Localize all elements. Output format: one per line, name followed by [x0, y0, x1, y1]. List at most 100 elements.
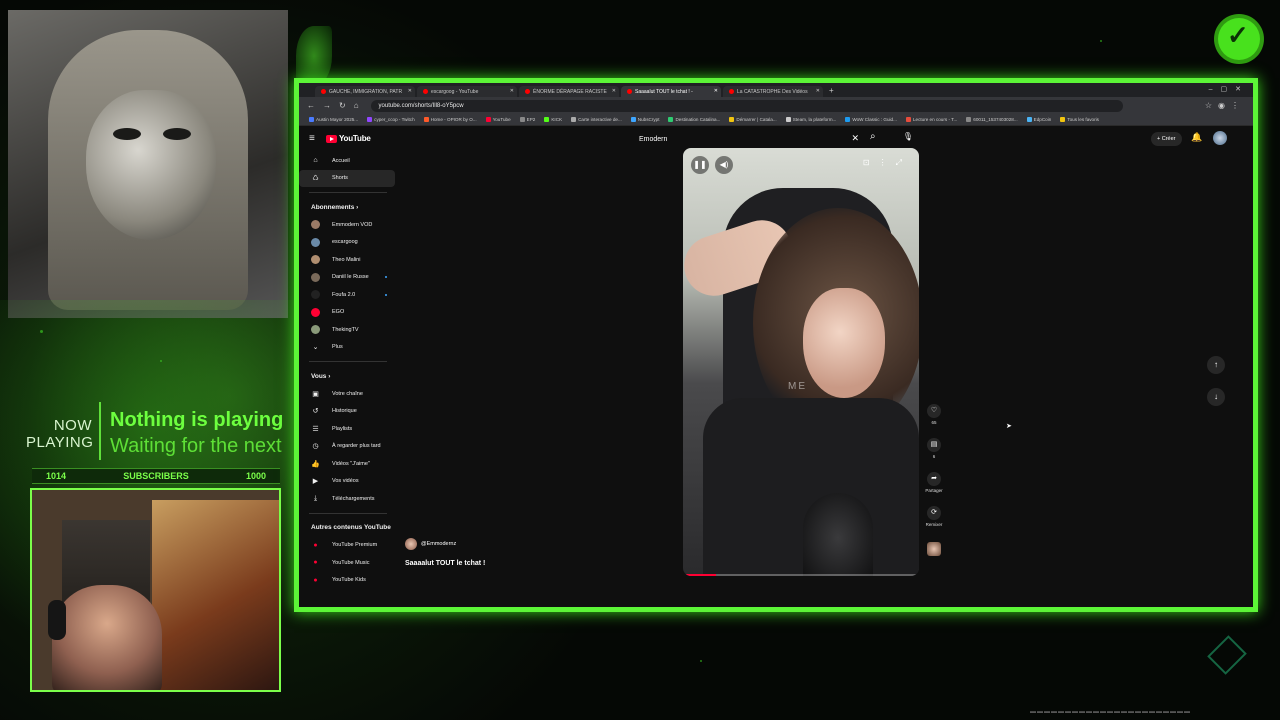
sidebar-item-label: Accueil [332, 157, 350, 164]
notifications-bell-icon[interactable]: 🔔 [1191, 132, 1202, 143]
channel-avatar[interactable] [405, 538, 417, 550]
video-progress-bar[interactable] [683, 574, 919, 576]
now-playing-subtitle: Waiting for the next [110, 435, 282, 457]
like-icon[interactable]: ♡ [927, 404, 941, 418]
extension-icons[interactable]: ☆◉⋮ [1123, 101, 1253, 110]
url-field[interactable]: youtube.com/shorts/Ill8-oY5pcw [370, 99, 1123, 112]
search-input[interactable]: Emodern [639, 136, 667, 143]
you-item[interactable]: ☰ Playlists [299, 420, 399, 438]
bookmark-favicon-icon [729, 117, 735, 123]
subscription-item[interactable]: Emmodern VOD [299, 216, 399, 234]
sound-thumbnail[interactable] [927, 542, 941, 556]
comment-icon[interactable]: ▤ [927, 438, 941, 452]
sidebar-icon: ☰ [312, 425, 319, 433]
short-channel[interactable]: @Emmodernz [405, 538, 456, 550]
bookmark-label: Steam, la plateform... [792, 116, 837, 122]
microphone-icon[interactable]: 🎙 [901, 130, 915, 144]
bookmark-item[interactable]: Destination Catalina... [668, 117, 720, 123]
youtube-page: ≡ YouTube Emodern ✕ ⌕ 🎙 + Créer 🔔 ⌂ Accue… [299, 126, 1253, 607]
short-navigation: ↑ ↓ [1207, 356, 1225, 420]
subscription-item[interactable]: escargoog [299, 234, 399, 252]
short-caption: Saaaalut TOUT le tchat ! [405, 560, 486, 567]
reload-icon[interactable]: ↻ [339, 101, 346, 110]
subscription-item[interactable]: Daniil le Russe [299, 269, 399, 287]
you-item[interactable]: 👍 Vidéos "J'aime" [299, 455, 399, 473]
bookmark-item[interactable]: Tous les favoris [1060, 117, 1099, 123]
next-short-icon[interactable]: ↓ [1207, 388, 1225, 406]
browser-tab[interactable]: GAUCHE, IMMIGRATION, PATR ✕ [315, 86, 415, 97]
you-heading[interactable]: Vous › [299, 367, 399, 385]
remix-icon[interactable]: ⟳ [927, 506, 941, 520]
create-button[interactable]: + Créer [1151, 132, 1182, 146]
subscription-item[interactable]: ThekingTV [299, 321, 399, 339]
other-content-item[interactable]: ● YouTube Kids [299, 572, 399, 590]
streamer [52, 585, 162, 690]
you-item-label: Historique [332, 408, 357, 415]
bookmark-item[interactable]: YouTube [485, 117, 511, 123]
share-icon[interactable]: ➦ [927, 472, 941, 486]
face [803, 288, 885, 398]
subscription-item[interactable]: Foufa 2.0 [299, 286, 399, 304]
back-icon[interactable]: ← [307, 101, 315, 110]
bookmark-item[interactable]: KICK [544, 117, 562, 123]
you-item[interactable]: ◷ À regarder plus tard [299, 438, 399, 456]
you-item[interactable]: ↺ Historique [299, 403, 399, 421]
mask-eye [163, 128, 191, 140]
channel-handle[interactable]: @Emmodernz [421, 541, 456, 547]
close-tab-icon[interactable]: ✕ [816, 88, 820, 94]
bookmark-item[interactable]: cyper_ccop - Twitch [367, 117, 415, 123]
account-avatar[interactable] [1213, 131, 1227, 145]
bookmark-item[interactable]: EdpCoin [1026, 117, 1051, 123]
subscription-item[interactable]: Theo Malini [299, 251, 399, 269]
bookmark-label: Carte interactive de... [578, 116, 622, 122]
bookmark-item[interactable]: Austin Mayor 2025... [309, 117, 358, 123]
subscription-item[interactable]: EGO [299, 304, 399, 322]
search-icon[interactable]: ⌕ [870, 131, 876, 142]
you-item[interactable]: ▶ Vos vidéos [299, 473, 399, 491]
pause-icon[interactable]: ❚❚ [691, 156, 709, 174]
bookmark-favicon-icon [519, 117, 525, 123]
bookmark-item[interactable]: Home - OPIOR by O... [423, 117, 477, 123]
you-item[interactable]: ⤓ Téléchargements [299, 490, 399, 508]
bookmark-item[interactable]: Carte interactive de... [571, 116, 622, 123]
you-item[interactable]: ▣ Votre chaîne [299, 385, 399, 403]
subscription-label: Theo Malini [332, 256, 361, 263]
search-box[interactable]: Emodern ✕ [635, 130, 867, 148]
youtube-logo[interactable]: YouTube [326, 134, 371, 143]
divider [309, 361, 387, 362]
close-tab-icon[interactable]: ✕ [612, 88, 616, 94]
bookmark-item[interactable]: NubsCrypt [630, 117, 659, 123]
other-content-item[interactable]: ● YouTube Music [299, 554, 399, 572]
clear-search-icon[interactable]: ✕ [851, 133, 859, 144]
youtube-app-icon: ● [313, 541, 318, 549]
sidebar-item[interactable]: ⌂ Accueil [299, 152, 399, 170]
new-tab-icon[interactable]: + [829, 86, 834, 95]
bookmark-item[interactable]: Lecture en cours - T... [905, 117, 957, 123]
close-tab-icon[interactable]: ✕ [714, 88, 718, 94]
bookmark-item[interactable]: WoW Classic : Guid... [845, 117, 897, 123]
close-tab-icon[interactable]: ✕ [510, 88, 514, 94]
window-controls[interactable]: –▢✕ [1209, 85, 1249, 93]
other-content-item[interactable]: ● YouTube Premium [299, 537, 399, 555]
subscriptions-heading[interactable]: Abonnements › [299, 198, 399, 216]
bookmark-item[interactable]: 60011_1537403028... [966, 117, 1018, 123]
volume-icon[interactable]: ◀) [715, 156, 733, 174]
menu-icon[interactable]: ≡ [309, 133, 315, 144]
previous-short-icon[interactable]: ↑ [1207, 356, 1225, 374]
browser-tab[interactable]: escargoog - YouTube ✕ [417, 86, 517, 97]
browser-tab[interactable]: Saaaalut TOUT le tchat ! - ✕ [621, 86, 721, 97]
forward-icon[interactable]: → [323, 101, 331, 110]
home-icon[interactable]: ⌂ [354, 101, 359, 110]
browser-tab[interactable]: La CATASTROPHE Des Vidéos ✕ [723, 86, 823, 97]
bookmark-item[interactable]: Steam, la plateform... [785, 116, 837, 123]
player-options[interactable]: ⊡⋮⤢ [863, 158, 911, 168]
show-more-item[interactable]: ⌄ Plus [299, 339, 399, 357]
bookmark-item[interactable]: Démarrer | Catala... [729, 117, 777, 123]
silver-mask [86, 90, 216, 240]
short-video-player[interactable]: ME ❚❚ ◀) ⊡⋮⤢ [683, 148, 919, 576]
comment-count: 6 [932, 454, 936, 459]
sidebar-item[interactable]: ♺ Shorts [299, 169, 395, 187]
close-tab-icon[interactable]: ✕ [408, 88, 412, 94]
browser-tab[interactable]: ÉNORME DÉRAPAGE RACISTE ✕ [519, 86, 619, 97]
bookmark-item[interactable]: EP2 [519, 117, 535, 123]
